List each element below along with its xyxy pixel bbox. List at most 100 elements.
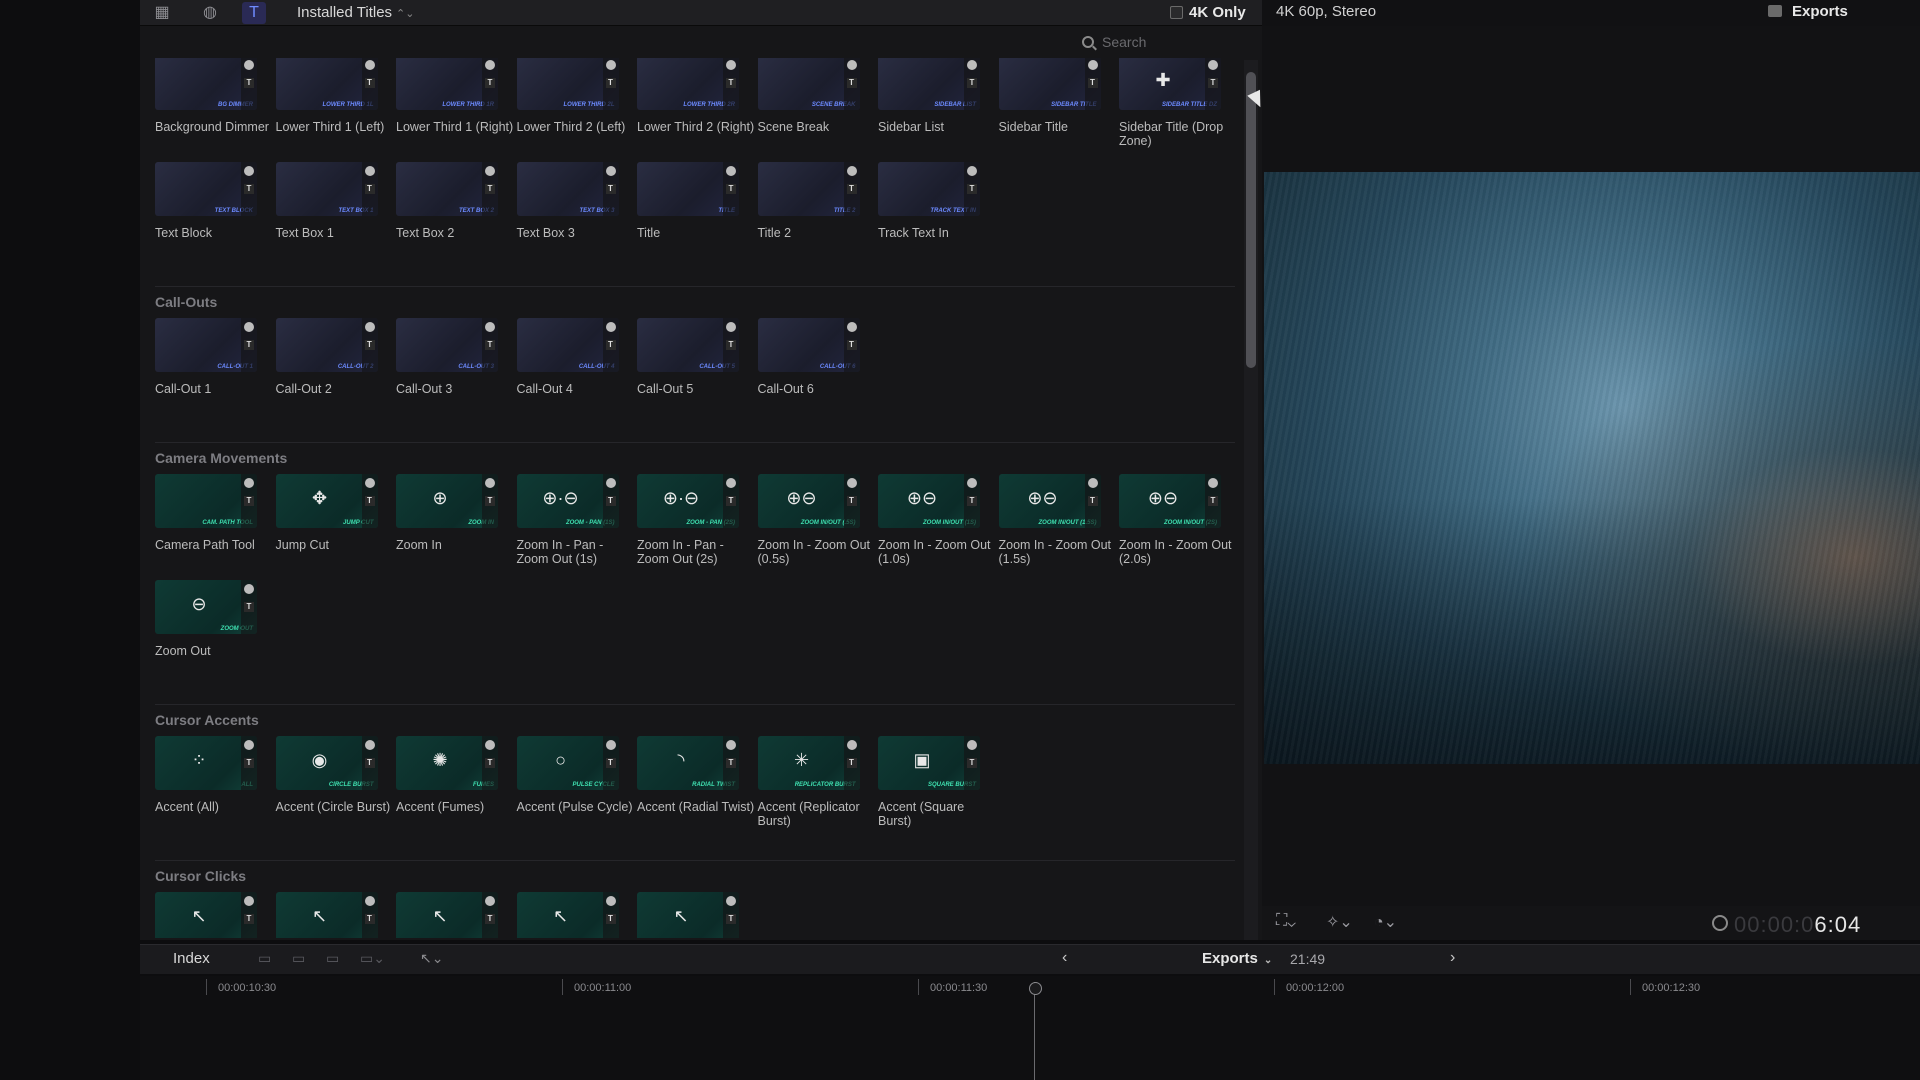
title-tile[interactable]: TEXT BOX 1 T Text Box 1 xyxy=(275,162,386,240)
title-thumbnail[interactable]: CAM. PATH TOOL T xyxy=(155,474,257,528)
title-tile[interactable]: TEXT BOX 2 T Text Box 2 xyxy=(396,162,506,240)
title-tile[interactable]: LOWER THIRD 1R T Lower Third 1 (Right) xyxy=(396,58,513,134)
title-thumbnail[interactable]: CALL-OUT 2T xyxy=(275,318,378,372)
retime-icon[interactable]: ◔⌄ xyxy=(1374,912,1397,932)
play-icon[interactable] xyxy=(1712,915,1728,931)
back-arrow-icon[interactable]: ‹ xyxy=(1062,949,1067,967)
title-thumbnail[interactable]: ✥ JUMP CUT T xyxy=(275,474,378,528)
source-dropdown[interactable]: Installed Titles ⌃⌄ xyxy=(297,4,414,21)
title-thumbnail[interactable]: ⊖ ZOOM OUT T xyxy=(155,580,257,634)
title-thumbnail[interactable]: ✚ SIDEBAR TITLE DZ T xyxy=(1119,58,1221,110)
title-tile[interactable]: CALL-OUT 3 T Call-Out 3 xyxy=(396,318,506,396)
transform-icon[interactable]: ⛶⌄ xyxy=(1276,912,1296,930)
title-tile[interactable]: CALL-OUT 1 T Call-Out 1 xyxy=(155,318,265,396)
title-thumbnail[interactable]: ✳ REPLICATOR BURST T xyxy=(757,736,860,790)
title-tile[interactable]: CALL-OUT 6 T Call-Out 6 xyxy=(757,318,868,396)
title-thumbnail[interactable]: ⁘ALLT xyxy=(155,736,257,790)
title-thumbnail[interactable]: LOWER THIRD 2R T xyxy=(637,58,739,110)
4k-only-filter[interactable]: 4K Only xyxy=(1170,4,1246,21)
title-thumbnail[interactable]: ⊕⊖ ZOOM IN/OUT (2S) T xyxy=(1119,474,1221,528)
title-thumbnail[interactable]: TEXT BOX 3T xyxy=(516,162,619,216)
title-thumbnail[interactable]: SIDEBAR TITLE T xyxy=(998,58,1101,110)
title-tile[interactable]: ○ PULSE CYCLE T Accent (Pulse Cycle) xyxy=(516,736,633,814)
checkbox-icon[interactable] xyxy=(1170,6,1183,19)
video-frame[interactable] xyxy=(1264,172,1920,764)
title-thumbnail[interactable]: TITLET xyxy=(637,162,739,216)
title-tile[interactable]: TEXT BLOCK T Text Block xyxy=(155,162,265,240)
title-tile[interactable]: ↖DOUBLE TAPTClick (Double Tap) xyxy=(275,892,386,938)
title-thumbnail[interactable]: ○ PULSE CYCLE T xyxy=(516,736,619,790)
title-thumbnail[interactable]: SCENE BREAK T xyxy=(757,58,860,110)
title-thumbnail[interactable]: TITLE 2T xyxy=(757,162,860,216)
title-thumbnail[interactable]: ↖DOUBLE TAPT xyxy=(275,892,378,938)
title-tile[interactable]: ✺FUMEST Accent (Fumes) xyxy=(396,736,506,814)
title-thumbnail[interactable]: CALL-OUT 5T xyxy=(637,318,739,372)
title-tile[interactable]: BG DIMMER T Background Dimmer xyxy=(155,58,269,134)
title-tile[interactable]: ✚ SIDEBAR TITLE DZ T Sidebar Title (Drop Zo… xyxy=(1119,58,1229,148)
overwrite-clip-icon[interactable]: ▭⌄ xyxy=(360,950,385,967)
title-thumbnail[interactable]: LOWER THIRD 1R T xyxy=(396,58,498,110)
title-thumbnail[interactable]: ↖WARPT xyxy=(637,892,739,938)
title-tile[interactable]: SIDEBAR TITLE T Sidebar Title xyxy=(998,58,1109,134)
title-tile[interactable]: ▣ SQUARE BURST T Accent (Square Burst) xyxy=(878,736,988,828)
timecode-display[interactable]: 00:00:06:04 xyxy=(1712,912,1861,938)
title-tile[interactable]: ⊕·⊖ ZOOM - PAN (1S) T Zoom In - Pan - Zoom … xyxy=(516,474,627,566)
search-field[interactable]: Search xyxy=(1082,34,1242,56)
title-tile[interactable]: TRACK TEXT IN T Track Text In xyxy=(878,162,988,240)
title-tile[interactable]: ◝ RADIAL TWIST T Accent (Radial Twist) xyxy=(637,736,754,814)
title-tile[interactable]: ✳ REPLICATOR BURST T Accent (Replicator Bur… xyxy=(757,736,868,828)
title-thumbnail[interactable]: CALL-OUT 3T xyxy=(396,318,498,372)
forward-arrow-icon[interactable]: › xyxy=(1450,949,1455,967)
title-thumbnail[interactable]: ↖BASICT xyxy=(155,892,257,938)
title-tile[interactable]: ⊕⊖ ZOOM IN/OUT (1.5S) T Zoom In - Zoom Out … xyxy=(998,474,1111,566)
title-tile[interactable]: LOWER THIRD 1L T Lower Third 1 (Left) xyxy=(275,58,386,134)
scrollbar-thumb[interactable] xyxy=(1246,72,1256,368)
section-header[interactable]: Call-Outs xyxy=(155,294,217,310)
title-tile[interactable]: TITLET Title xyxy=(637,162,747,240)
insert-clip-icon[interactable]: ▭ xyxy=(292,950,305,967)
title-thumbnail[interactable]: ↖PIVOTT xyxy=(396,892,498,938)
title-thumbnail[interactable]: ⊕⊖ ZOOM IN/OUT (1S) T xyxy=(878,474,980,528)
title-tile[interactable]: LOWER THIRD 2R T Lower Third 2 (Right) xyxy=(637,58,754,134)
title-tile[interactable]: ⊕⊖ ZOOM IN/OUT (1S) T Zoom In - Zoom Out (1… xyxy=(878,474,991,566)
section-header[interactable]: Camera Movements xyxy=(155,450,287,466)
title-thumbnail[interactable]: TRACK TEXT IN T xyxy=(878,162,980,216)
library-name[interactable]: Exports xyxy=(1768,3,1848,20)
title-tile[interactable]: ⊕·⊖ ZOOM - PAN (2S) T Zoom In - Pan - Zoom … xyxy=(637,474,747,566)
title-thumbnail[interactable]: TEXT BOX 1T xyxy=(275,162,378,216)
title-tile[interactable]: LOWER THIRD 2L T Lower Third 2 (Left) xyxy=(516,58,627,134)
title-thumbnail[interactable]: TEXT BLOCK T xyxy=(155,162,257,216)
title-tile[interactable]: ◉ CIRCLE BURST T Accent (Circle Burst) xyxy=(275,736,390,814)
section-header[interactable]: Cursor Accents xyxy=(155,712,259,728)
title-thumbnail[interactable]: ⊕·⊖ ZOOM - PAN (2S) T xyxy=(637,474,739,528)
title-tile[interactable]: ⊕ZOOM INT Zoom In xyxy=(396,474,506,552)
title-tile[interactable]: ↖BASICTClick (Basic) xyxy=(155,892,265,938)
title-tile[interactable]: ↖WARPTClick (Warp) xyxy=(637,892,747,938)
title-tile[interactable]: ↖SCALETClick (Scale) xyxy=(516,892,627,938)
title-thumbnail[interactable]: TEXT BOX 2T xyxy=(396,162,498,216)
enhance-wand-icon[interactable]: ✧⌄ xyxy=(1326,912,1353,932)
title-tile[interactable]: TITLE 2T Title 2 xyxy=(757,162,868,240)
photos-audio-icon[interactable]: ◍ xyxy=(198,2,222,24)
title-thumbnail[interactable]: BG DIMMER T xyxy=(155,58,257,110)
title-thumbnail[interactable]: ↖SCALET xyxy=(516,892,619,938)
title-tile[interactable]: SIDEBAR LIST T Sidebar List xyxy=(878,58,988,134)
connect-clip-icon[interactable]: ▭ xyxy=(258,950,271,967)
section-header[interactable]: Cursor Clicks xyxy=(155,868,246,884)
titles-generators-icon[interactable]: T xyxy=(242,2,266,24)
libraries-icon[interactable]: ▦ xyxy=(150,2,174,24)
title-tile[interactable]: CALL-OUT 2 T Call-Out 2 xyxy=(275,318,386,396)
index-button[interactable]: Index xyxy=(173,950,210,967)
title-thumbnail[interactable]: LOWER THIRD 1L T xyxy=(275,58,378,110)
playhead[interactable] xyxy=(1029,982,1042,1080)
title-tile[interactable]: ⊖ ZOOM OUT T Zoom Out xyxy=(155,580,265,658)
title-tile[interactable]: ✥ JUMP CUT T Jump Cut xyxy=(275,474,386,552)
title-thumbnail[interactable]: SIDEBAR LIST T xyxy=(878,58,980,110)
title-thumbnail[interactable]: CALL-OUT 4T xyxy=(516,318,619,372)
title-thumbnail[interactable]: ⊕ZOOM INT xyxy=(396,474,498,528)
title-tile[interactable]: ⁘ALLT Accent (All) xyxy=(155,736,265,814)
title-tile[interactable]: ⊕⊖ ZOOM IN/OUT (2S) T Zoom In - Zoom Out (2… xyxy=(1119,474,1232,566)
title-thumbnail[interactable]: ▣ SQUARE BURST T xyxy=(878,736,980,790)
title-thumbnail[interactable]: ⊕·⊖ ZOOM - PAN (1S) T xyxy=(516,474,619,528)
project-dropdown[interactable]: Exports ⌄ xyxy=(1202,950,1272,967)
